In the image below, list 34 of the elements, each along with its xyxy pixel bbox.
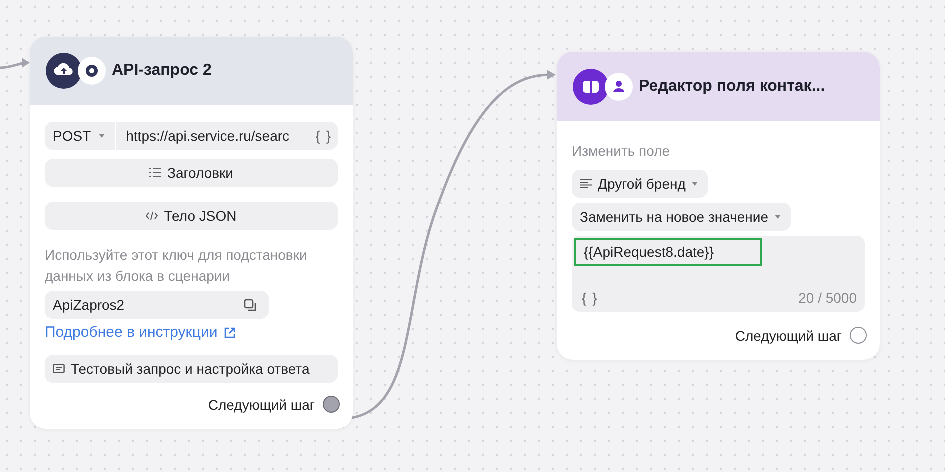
- node-card[interactable]: [30, 37, 353, 429]
- external-link-icon: [224, 326, 236, 338]
- caret-icon: [99, 134, 106, 138]
- next-step-label: Следующий шаг: [208, 396, 315, 412]
- message-icon: [53, 364, 65, 374]
- output-port[interactable]: [323, 396, 340, 413]
- code-icon: [146, 211, 158, 221]
- instructions-link[interactable]: Подробнее в инструкции: [45, 324, 338, 341]
- caret-icon: [774, 215, 781, 219]
- variable-icon[interactable]: { }: [582, 290, 598, 306]
- action-dropdown[interactable]: Заменить на новое значение: [572, 203, 791, 231]
- node-title: API-запрос 2: [112, 62, 212, 80]
- method-dropdown[interactable]: POST: [45, 122, 116, 150]
- field-dropdown[interactable]: Другой бренд: [572, 170, 708, 198]
- node-title: Редактор поля контак...: [639, 78, 826, 96]
- hint-text: Используйте этот ключ для подстановки данных из блока в сценарии: [45, 246, 308, 286]
- test-request-button[interactable]: Тестовый запрос и настройка ответа: [45, 355, 338, 383]
- node-card[interactable]: Редактор поля контак... Изменить поле Другой бренд Заменить на новое значение {{ApiRequest8.date}} { } 20 / 5000 Следующий шаг: [557, 52, 880, 360]
- cloud-upload-icon: [46, 53, 82, 89]
- connector-arrow: [0, 58, 30, 70]
- copy-icon[interactable]: [244, 298, 257, 312]
- char-counter: 20 / 5000: [798, 290, 857, 306]
- next-step-label: Следующий шаг: [735, 328, 842, 344]
- key-field[interactable]: ApiZapros2: [45, 291, 269, 319]
- user-icon: [605, 72, 633, 100]
- url-field[interactable]: https://api.service.ru/searc { }: [116, 122, 338, 150]
- caret-icon: [692, 182, 698, 186]
- text-align-icon: [580, 179, 592, 189]
- field-label: Изменить поле: [572, 142, 670, 161]
- headers-button[interactable]: Заголовки: [45, 159, 338, 187]
- value-textarea[interactable]: {{ApiRequest8.date}} { } 20 / 5000: [572, 236, 865, 312]
- list-icon: [149, 168, 162, 178]
- output-port[interactable]: [850, 327, 867, 344]
- json-body-button[interactable]: Тело JSON: [45, 202, 338, 230]
